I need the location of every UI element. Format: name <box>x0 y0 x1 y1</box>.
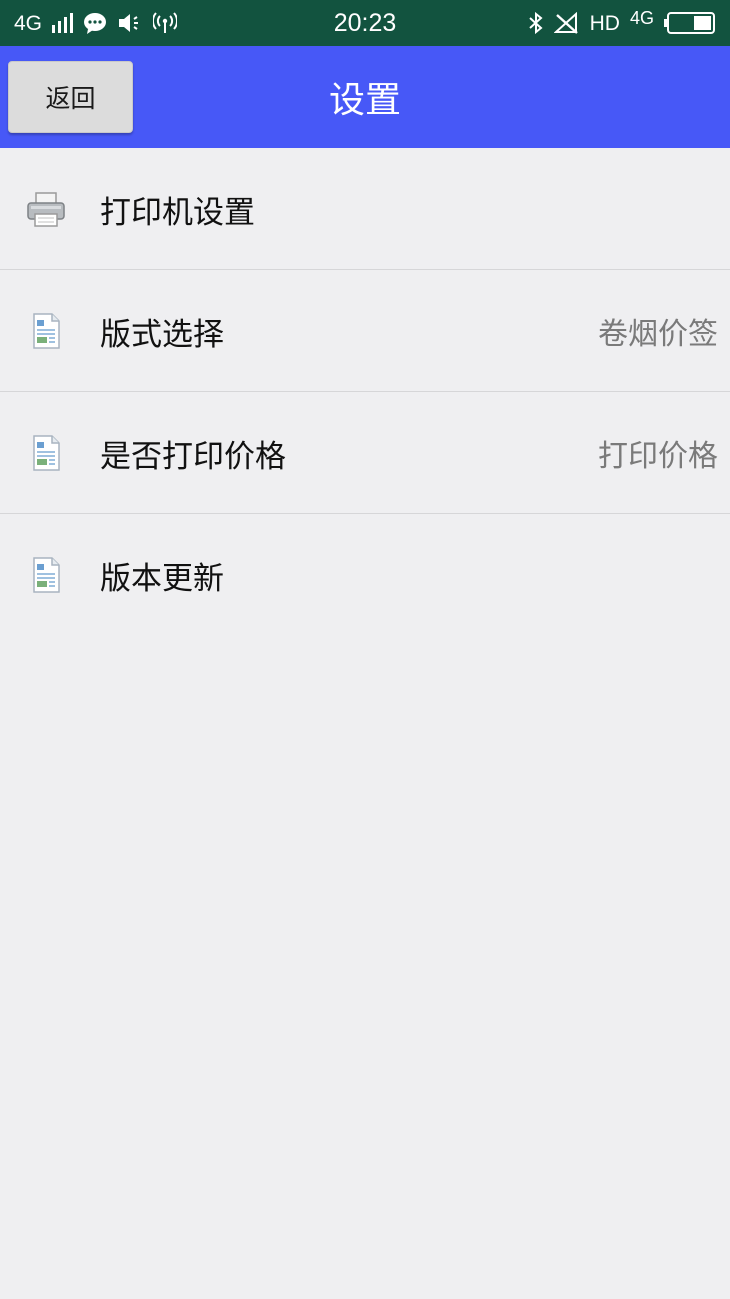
settings-item-printer[interactable]: 打印机设置 <box>0 148 730 270</box>
settings-item-layout[interactable]: 版式选择 卷烟价签 <box>0 270 730 392</box>
settings-item-label: 版式选择 <box>100 316 224 353</box>
settings-item-print-price[interactable]: 是否打印价格 打印价格 <box>0 392 730 514</box>
bluetooth-icon <box>528 11 543 35</box>
app-bar: 设置 返回 <box>0 46 730 148</box>
document-icon <box>33 435 60 471</box>
status-bar-right: HD 4G <box>528 0 716 46</box>
back-button[interactable]: 返回 <box>8 61 133 133</box>
settings-item-label: 版本更新 <box>100 560 224 597</box>
battery-icon <box>664 12 715 34</box>
settings-list: 打印机设置 版式选择 卷烟价签 是否打印价格 打印价格 版本更新 <box>0 148 730 636</box>
status-bar: 4G 20:23 HD 4G <box>0 0 730 46</box>
settings-screen: 4G 20:23 HD 4G 设置 返回 打印机设置 版式选择 卷烟价签 是否打… <box>0 0 730 1299</box>
document-icon <box>33 313 60 349</box>
document-icon <box>33 557 60 593</box>
settings-item-label: 打印机设置 <box>100 194 255 231</box>
hd-indicator: HD <box>589 11 620 35</box>
printer-icon <box>27 192 65 227</box>
settings-item-value: 打印价格 <box>598 439 718 474</box>
settings-item-version-update[interactable]: 版本更新 <box>0 514 730 636</box>
wifi-off-icon <box>553 12 578 34</box>
settings-item-value: 卷烟价签 <box>598 317 718 352</box>
network-type-right: 4G <box>629 8 654 28</box>
settings-item-label: 是否打印价格 <box>100 438 286 475</box>
